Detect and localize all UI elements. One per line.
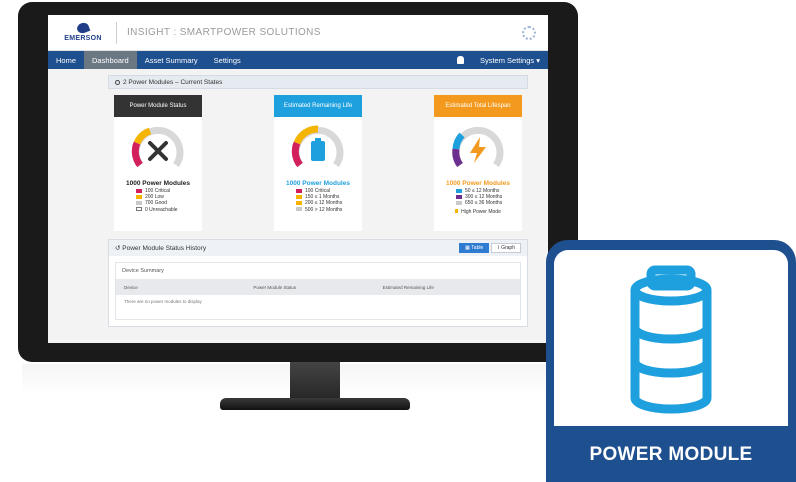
device-table-header: Device Power Module Status Estimated Rem…	[116, 279, 520, 295]
monitor-frame: EMERSON INSIGHT : SMARTPOWER SOLUTIONS H…	[18, 2, 578, 362]
system-settings-menu[interactable]: System Settings ▾	[472, 56, 548, 65]
nav-item-home[interactable]: Home	[48, 51, 84, 69]
status-cards: Power Module Status 1000 Power Modules 1…	[108, 95, 528, 231]
bell-icon[interactable]	[456, 56, 464, 64]
card-count: 1000 Power Modules	[286, 180, 350, 187]
card-count: 1000 Power Modules	[446, 180, 510, 187]
nav-item-settings[interactable]: Settings	[206, 51, 249, 69]
product-promo: EMERSON INSIGHT : SMARTPOWER SOLUTIONS H…	[0, 0, 796, 482]
legend-row: 650 ≤ 36 Months	[456, 200, 522, 206]
header-divider	[116, 21, 117, 44]
battery-icon	[630, 265, 712, 414]
empty-table-message: There are no power modules to display	[124, 299, 202, 304]
nav-right: System Settings ▾	[456, 51, 548, 69]
status-gauge	[131, 126, 184, 168]
main-navbar: Home Dashboard Asset Summary Settings Sy…	[48, 51, 548, 69]
chevron-down-icon: ▾	[536, 55, 540, 65]
lifespan-gauge	[452, 126, 504, 168]
card-power-module-status[interactable]: Power Module Status 1000 Power Modules 1…	[114, 95, 202, 231]
battery-icon	[311, 138, 325, 161]
status-history-panel: ↺ Power Module Status History ▦ Table ⌇ …	[108, 239, 528, 327]
monitor-screen: EMERSON INSIGHT : SMARTPOWER SOLUTIONS H…	[48, 15, 548, 343]
card-legend: 100 Critical 150 ≤ 1 Months 200 ≤ 12 Mon…	[296, 188, 362, 213]
nav-item-dashboard[interactable]: Dashboard	[84, 51, 137, 69]
emerson-mark-icon	[75, 21, 91, 35]
remaining-life-gauge	[291, 125, 344, 168]
app-header: EMERSON INSIGHT : SMARTPOWER SOLUTIONS	[48, 15, 548, 51]
device-summary-label: Device Summary	[122, 268, 164, 274]
table-view-button[interactable]: ▦ Table	[459, 243, 490, 253]
legend-row: 0 Unreachable	[136, 207, 202, 213]
legend-row: 500 > 12 Months	[296, 207, 362, 213]
clock-icon	[115, 79, 120, 85]
header-right	[522, 25, 536, 40]
card-header: Estimated Remaining Life	[274, 95, 362, 117]
history-title-bar: ↺ Power Module Status History ▦ Table ⌇ …	[109, 240, 527, 256]
high-power-mode-note: High Power Mode	[434, 209, 522, 215]
app-title: INSIGHT : SMARTPOWER SOLUTIONS	[127, 27, 321, 38]
card-header: Estimated Total Lifespan	[434, 95, 522, 117]
badge-icon-panel	[554, 250, 788, 426]
card-estimated-total-lifespan[interactable]: Estimated Total Lifespan 1000 Power Modu…	[434, 95, 522, 231]
wrench-screwdriver-icon	[148, 141, 168, 161]
history-icon: ↺	[115, 245, 123, 252]
device-summary: Device Summary Device Power Module Statu…	[115, 262, 521, 320]
graph-view-button[interactable]: ⌇ Graph	[491, 243, 521, 253]
card-count: 1000 Power Modules	[126, 180, 190, 187]
emerson-logo[interactable]: EMERSON	[60, 21, 106, 42]
column-power-module-status[interactable]: Power Module Status	[253, 285, 382, 290]
current-states-title: 2 Power Modules – Current States	[123, 78, 223, 86]
dashboard-content: 2 Power Modules – Current States Power M…	[48, 69, 548, 327]
card-legend: 100 Critical 200 Low 700 Good 0 Unreacha…	[136, 188, 202, 213]
view-toggle: ▦ Table ⌇ Graph	[459, 243, 521, 253]
nav-item-asset-summary[interactable]: Asset Summary	[137, 51, 206, 69]
system-settings-label: System Settings	[479, 55, 535, 65]
monitor-base	[220, 398, 410, 410]
history-title: Power Module Status History	[122, 244, 207, 252]
card-estimated-remaining-life[interactable]: Estimated Remaining Life 1000 Power Modu…	[274, 95, 362, 231]
column-estimated-remaining-life[interactable]: Estimated Remaining Life	[383, 285, 512, 290]
lightning-icon	[470, 137, 486, 163]
current-states-title-bar: 2 Power Modules – Current States	[108, 75, 528, 89]
badge-label: POWER MODULE	[589, 444, 753, 465]
power-module-badge: POWER MODULE	[546, 240, 796, 482]
gear-icon[interactable]	[522, 25, 536, 40]
card-header: Power Module Status	[114, 95, 202, 117]
column-device[interactable]: Device	[124, 285, 253, 290]
logo-text: EMERSON	[64, 35, 102, 42]
card-legend: 50 ≤ 12 Months 300 ≤ 12 Months 650 ≤ 36 …	[456, 188, 522, 207]
